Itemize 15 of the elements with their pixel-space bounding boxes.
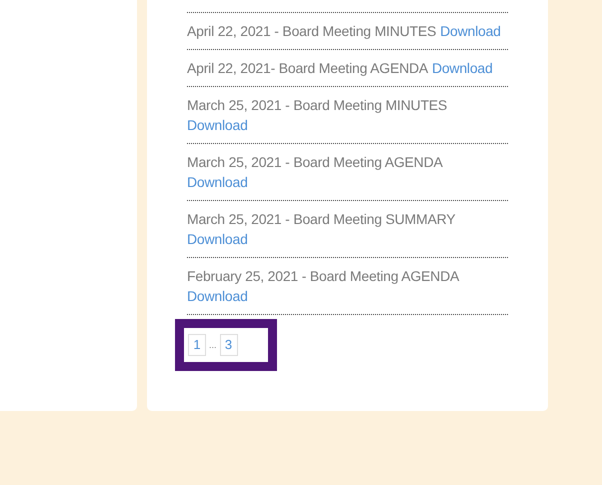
download-link[interactable]: Download [187,174,248,190]
download-link[interactable]: Download [440,23,501,39]
document-title: March 25, 2021 - Board Meeting AGENDA [187,154,443,170]
document-title: March 25, 2021 - Board Meeting SUMMARY [187,211,456,227]
page-link[interactable]: 3 [220,334,238,356]
download-link[interactable]: Download [187,117,248,133]
document-title: April 22, 2021 - Board Meeting MINUTES [187,23,436,39]
download-link[interactable]: Download [187,288,248,304]
page-ellipsis: ... [209,339,217,352]
document-title: April 22, 2021- Board Meeting AGENDA [187,60,428,76]
download-link[interactable]: Download [187,231,248,247]
document-title: February 25, 2021 - Board Meeting AGENDA [187,268,460,284]
document-title: March 25, 2021 - Board Meeting MINUTES [187,97,448,113]
download-link[interactable]: Download [432,60,493,76]
page-link[interactable]: 1 [188,334,206,356]
